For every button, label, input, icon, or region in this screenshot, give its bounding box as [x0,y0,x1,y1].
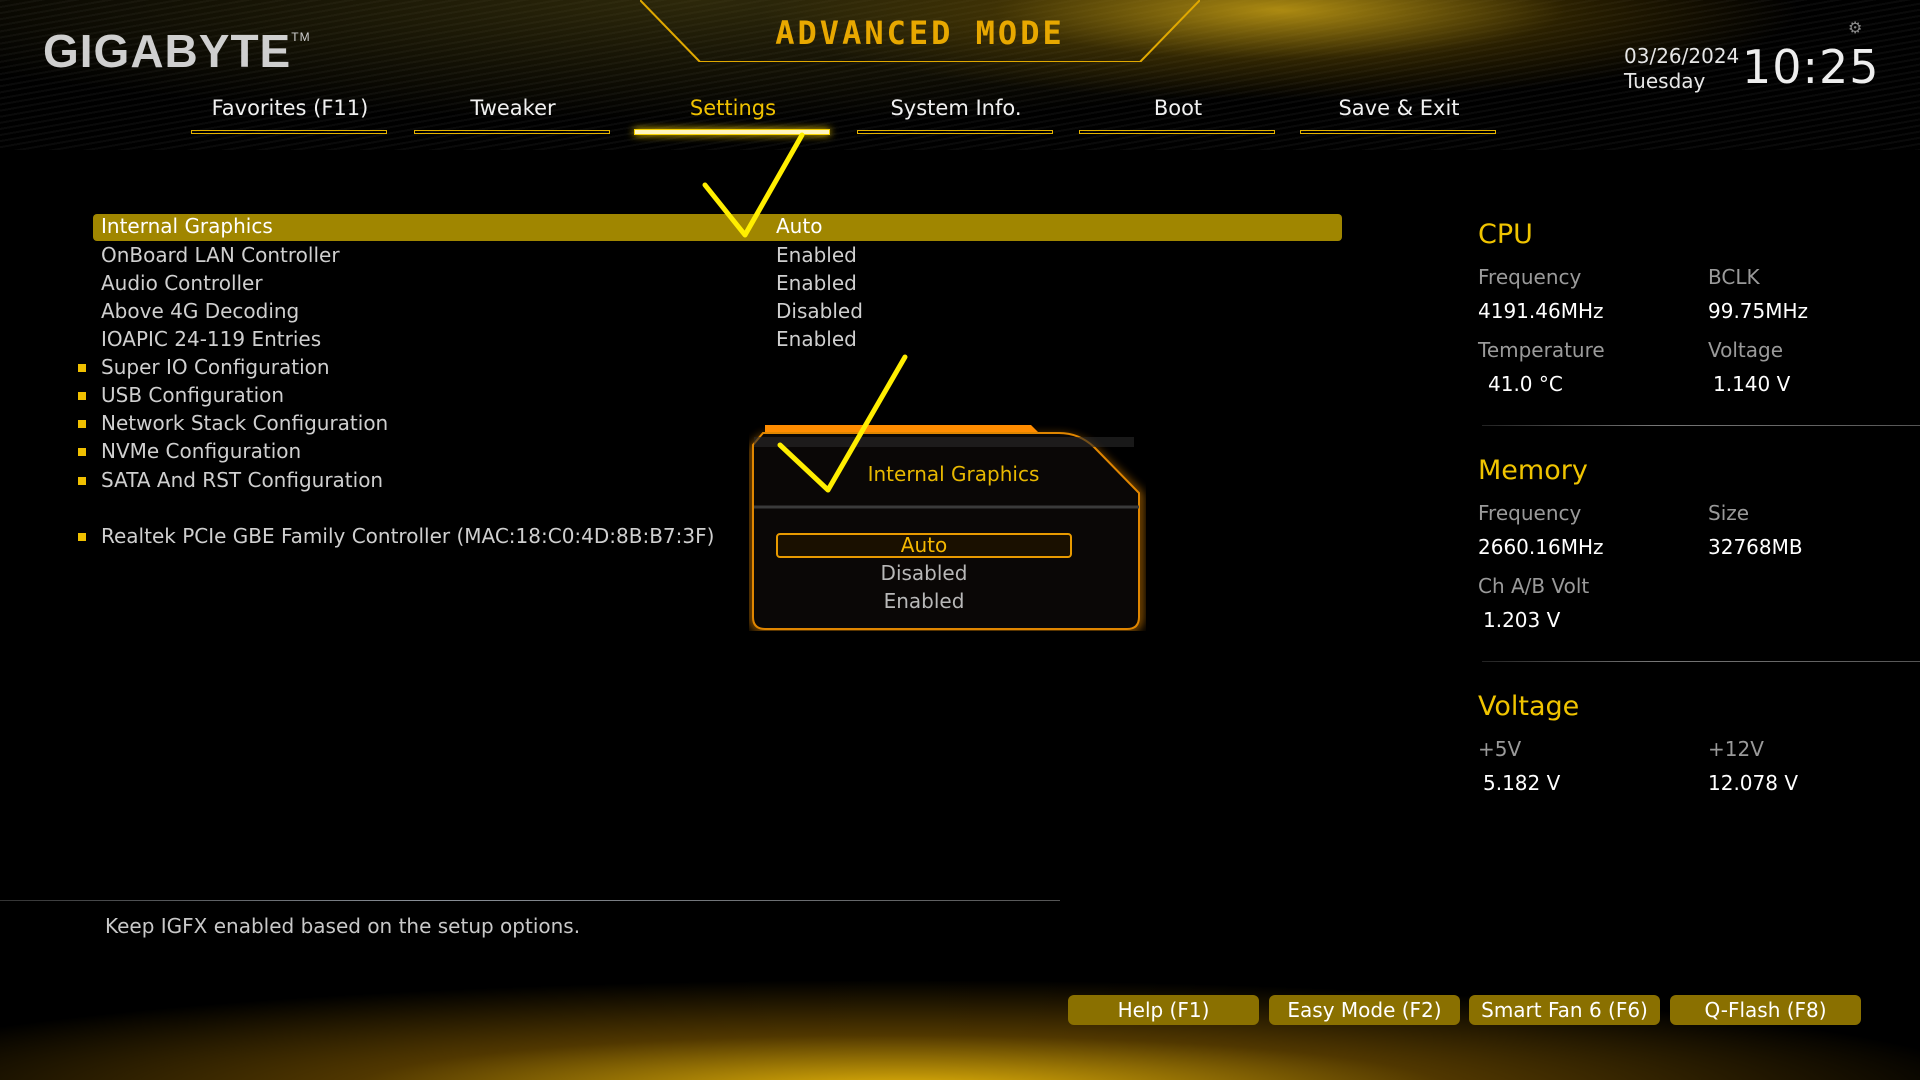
memory-chab-label: Ch A/B Volt [1478,574,1590,598]
tab-label: Save & Exit [1338,96,1460,120]
date-display: 03/26/2024 Tuesday [1624,44,1739,94]
voltage-12v-label: +12V [1708,737,1764,761]
easy-mode-button[interactable]: Easy Mode (F2) [1269,995,1460,1025]
tab-save-exit[interactable]: Save & Exit [1300,96,1498,134]
cpu-voltage-value: 1.140 V [1713,372,1791,396]
setting-onboard-lan-value[interactable]: Enabled [776,243,857,267]
panel-divider [1482,661,1920,662]
tab-underline [1300,130,1496,134]
mode-banner: ADVANCED MODE [640,0,1200,62]
tab-label: System Info. [890,96,1022,120]
tab-label: Favorites (F11) [211,96,369,120]
setting-audio-controller-value[interactable]: Enabled [776,271,857,295]
help-button[interactable]: Help (F1) [1068,995,1259,1025]
tab-label: Tweaker [470,96,556,120]
cpu-frequency-label: Frequency [1478,265,1582,289]
memory-frequency-value: 2660.16MHz [1478,535,1604,559]
voltage-12v-value: 12.078 V [1708,771,1799,795]
tab-underline [857,130,1053,134]
popup-option-disabled[interactable]: Disabled [776,561,1072,586]
tab-tweaker[interactable]: Tweaker [414,96,612,134]
cpu-heading: CPU [1478,219,1533,250]
setting-onboard-lan[interactable]: OnBoard LAN Controller [101,243,340,267]
tab-underline [1079,130,1275,134]
submenu-bullet-icon [78,392,86,400]
date: 03/26/2024 [1624,44,1740,68]
cpu-bclk-label: BCLK [1708,265,1760,289]
clock: 10:25 [1742,40,1880,94]
setting-ioapic-value[interactable]: Enabled [776,327,857,351]
tab-label: Settings [689,96,777,120]
help-description: Keep IGFX enabled based on the setup opt… [105,914,581,938]
gigabyte-logo: GIGABYTETM [43,25,311,77]
setting-ioapic[interactable]: IOAPIC 24-119 Entries [101,327,321,351]
submenu-usb[interactable]: USB Configuration [101,383,284,407]
tab-system-info[interactable]: System Info. [857,96,1055,134]
mode-title: ADVANCED MODE [775,14,1065,52]
gear-icon[interactable]: ⚙ [1848,18,1862,37]
submenu-sata-rst[interactable]: SATA And RST Configuration [101,468,383,492]
submenu-bullet-icon [78,448,86,456]
tab-underline [191,130,387,134]
submenu-network-stack[interactable]: Network Stack Configuration [101,411,388,435]
submenu-realtek-lan[interactable]: Realtek PCIe GBE Family Controller (MAC:… [101,524,714,548]
voltage-5v-value: 5.182 V [1483,771,1561,795]
memory-heading: Memory [1478,455,1588,486]
tab-label: Boot [1153,96,1203,120]
setting-internal-graphics[interactable]: Internal Graphics [101,214,273,238]
cpu-temperature-value: 41.0 °C [1488,372,1563,396]
submenu-bullet-icon [78,364,86,372]
tab-boot[interactable]: Boot [1079,96,1277,134]
cpu-bclk-value: 99.75MHz [1708,299,1809,323]
setting-above-4g-value[interactable]: Disabled [776,299,863,323]
submenu-bullet-icon [78,533,86,541]
cpu-voltage-label: Voltage [1708,338,1784,362]
popup-option-auto[interactable]: Auto [776,533,1072,558]
submenu-bullet-icon [78,420,86,428]
tab-favorites[interactable]: Favorites (F11) [191,96,389,134]
tab-underline [414,130,610,134]
weekday: Tuesday [1624,69,1706,93]
help-divider [0,900,1060,901]
smart-fan-button[interactable]: Smart Fan 6 (F6) [1469,995,1660,1025]
panel-divider [1482,425,1920,426]
checkmark-annotation-icon [702,132,805,238]
popup-option-enabled[interactable]: Enabled [776,589,1072,614]
q-flash-button[interactable]: Q-Flash (F8) [1670,995,1861,1025]
tab-settings[interactable]: Settings [634,96,832,135]
cpu-frequency-value: 4191.46MHz [1478,299,1604,323]
cpu-temperature-label: Temperature [1478,338,1605,362]
memory-size-label: Size [1708,501,1750,525]
memory-chab-value: 1.203 V [1483,608,1561,632]
setting-above-4g[interactable]: Above 4G Decoding [101,299,299,323]
setting-audio-controller[interactable]: Audio Controller [101,271,263,295]
memory-frequency-label: Frequency [1478,501,1582,525]
voltage-5v-label: +5V [1478,737,1522,761]
voltage-heading: Voltage [1478,691,1580,722]
memory-size-value: 32768MB [1708,535,1803,559]
submenu-super-io[interactable]: Super IO Configuration [101,355,330,379]
checkmark-annotation-icon [777,354,908,493]
submenu-bullet-icon [78,477,86,485]
submenu-nvme[interactable]: NVMe Configuration [101,439,301,463]
